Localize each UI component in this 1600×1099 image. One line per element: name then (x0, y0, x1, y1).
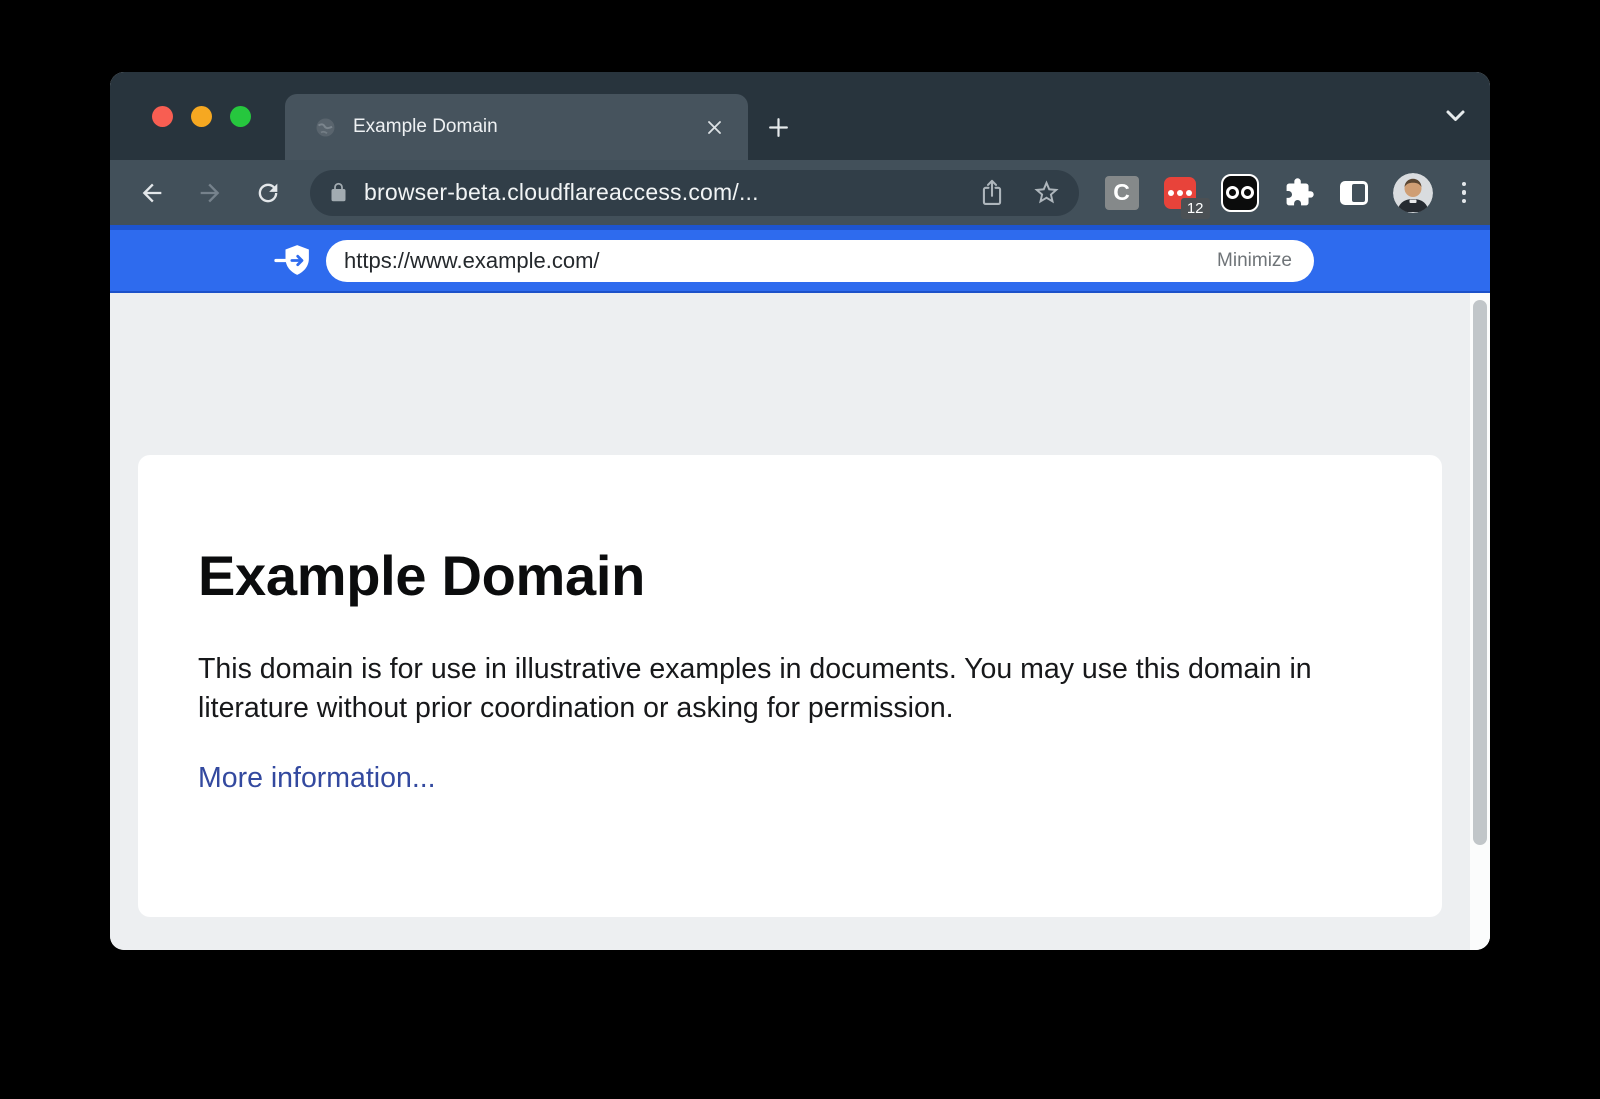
remote-url-input[interactable]: https://www.example.com/ Minimize (326, 240, 1314, 282)
refresh-button[interactable] (252, 177, 284, 209)
refresh-icon (254, 179, 282, 207)
puzzle-extensions-icon[interactable] (1284, 177, 1315, 208)
chevron-down-icon (1445, 109, 1466, 123)
page-title: Example Domain (198, 543, 1382, 608)
lock-icon[interactable] (328, 182, 349, 203)
tab-search-button[interactable] (1445, 72, 1466, 160)
scrollbar-track[interactable] (1470, 293, 1490, 950)
extensions-area: C 12 (1105, 173, 1471, 213)
content-card: Example Domain This domain is for use in… (138, 455, 1442, 917)
c-extension-icon[interactable]: C (1105, 176, 1139, 210)
address-bar-url: browser-beta.cloudflareaccess.com/... (364, 179, 966, 206)
back-button[interactable] (136, 177, 168, 209)
back-icon (138, 179, 166, 207)
kebab-menu-icon[interactable] (1458, 182, 1471, 204)
share-icon[interactable] (978, 178, 1006, 208)
address-bar[interactable]: browser-beta.cloudflareaccess.com/... (310, 170, 1079, 216)
remote-browser-banner: https://www.example.com/ Minimize (110, 225, 1490, 293)
scrollbar-thumb[interactable] (1473, 300, 1487, 845)
omnibox-actions (978, 178, 1061, 208)
c-extension-label: C (1113, 179, 1130, 206)
forward-button[interactable] (194, 177, 226, 209)
remote-url-value: https://www.example.com/ (344, 248, 600, 274)
tab-example-domain[interactable]: Example Domain (285, 94, 748, 160)
side-panel-icon[interactable] (1340, 181, 1368, 205)
minimize-button[interactable]: Minimize (1217, 250, 1292, 272)
tab-strip: Example Domain (110, 72, 1490, 160)
avatar[interactable] (1393, 173, 1433, 213)
browser-toolbar: browser-beta.cloudflareaccess.com/... C (110, 160, 1490, 225)
traffic-light-close[interactable] (152, 106, 173, 127)
page-viewport: Example Domain This domain is for use in… (110, 293, 1490, 950)
more-information-link[interactable]: More information... (198, 762, 436, 795)
forward-icon (196, 179, 224, 207)
traffic-light-zoom[interactable] (230, 106, 251, 127)
page-paragraph: This domain is for use in illustrative e… (198, 650, 1358, 728)
new-tab-button[interactable] (748, 94, 808, 160)
new-tab-plus-icon (766, 115, 791, 140)
extension-badge-count: 12 (1181, 198, 1210, 219)
globe-favicon-icon (315, 117, 336, 138)
traffic-light-minimize[interactable] (191, 106, 212, 127)
traffic-lights (152, 106, 251, 127)
close-icon[interactable] (700, 113, 728, 141)
shield-arrow-icon (274, 244, 314, 278)
eyes-extension-icon[interactable] (1221, 174, 1259, 212)
star-icon[interactable] (1032, 178, 1061, 207)
red-dots-extension[interactable]: 12 (1164, 177, 1196, 209)
browser-window: Example Domain (110, 72, 1490, 950)
tab-title: Example Domain (353, 116, 700, 138)
